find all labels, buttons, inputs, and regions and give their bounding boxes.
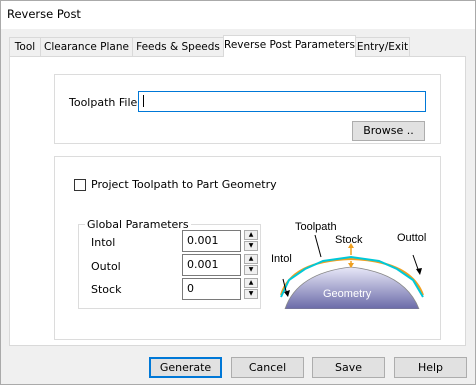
stock-label: Stock: [91, 283, 122, 296]
intol-down-icon[interactable]: ▼: [244, 241, 258, 251]
tab-tool[interactable]: Tool: [9, 37, 41, 56]
reverse-post-dialog: Reverse Post Tool Clearance Plane Feeds …: [0, 0, 476, 385]
tolerance-diagram: Toolpath Stock Outtol Intol Geometry: [271, 221, 426, 309]
outol-down-icon[interactable]: ▼: [244, 265, 258, 275]
window-title: Reverse Post: [7, 7, 81, 21]
text-caret: [143, 95, 144, 107]
intol-label: Intol: [91, 236, 116, 249]
outtol-arrow-head: [416, 268, 422, 275]
toolpath-diagram-label: Toolpath: [295, 221, 337, 233]
stock-up-icon[interactable]: ▲: [244, 278, 258, 288]
toolpath-pointer: [314, 234, 322, 258]
global-parameters-title: Global Parameters: [85, 218, 191, 231]
stock-value: 0: [187, 282, 194, 295]
outol-value: 0.001: [187, 258, 219, 271]
tab-reverse-post-parameters[interactable]: Reverse Post Parameters: [223, 35, 356, 57]
project-toolpath-checkbox[interactable]: [74, 179, 86, 191]
title-bar[interactable]: Reverse Post: [1, 1, 475, 29]
tab-panel: Toolpath File Browse .. Project Toolpath…: [9, 56, 466, 346]
help-button[interactable]: Help: [394, 357, 467, 378]
intol-value: 0.001: [187, 234, 219, 247]
generate-button[interactable]: Generate: [149, 357, 222, 378]
toolpath-file-group: Toolpath File Browse ..: [54, 74, 441, 144]
browse-button[interactable]: Browse ..: [352, 121, 425, 141]
intol-up-icon[interactable]: ▲: [244, 230, 258, 240]
global-parameters-group: Global Parameters Intol 0.001 ▲ ▼ Outol …: [78, 218, 261, 309]
outtol-diagram-label: Outtol: [397, 232, 426, 244]
outol-up-icon[interactable]: ▲: [244, 254, 258, 264]
intol-diagram-label: Intol: [271, 253, 292, 265]
stock-input[interactable]: 0: [182, 278, 241, 300]
outol-spinner[interactable]: ▲ ▼: [244, 254, 258, 276]
stock-down-icon[interactable]: ▼: [244, 289, 258, 299]
save-button[interactable]: Save: [312, 357, 385, 378]
tab-clearance-plane[interactable]: Clearance Plane: [40, 37, 133, 56]
outol-label: Outol: [91, 260, 121, 273]
toolpath-file-input[interactable]: [138, 91, 426, 112]
tab-entry-exit[interactable]: Entry/Exit: [355, 37, 410, 56]
cancel-button[interactable]: Cancel: [231, 357, 304, 378]
outol-input[interactable]: 0.001: [182, 254, 241, 276]
geometry-diagram-label: Geometry: [323, 288, 372, 300]
stock-spinner[interactable]: ▲ ▼: [244, 278, 258, 300]
intol-input[interactable]: 0.001: [182, 230, 241, 252]
intol-spinner[interactable]: ▲ ▼: [244, 230, 258, 252]
project-toolpath-label: Project Toolpath to Part Geometry: [91, 178, 277, 191]
button-bar: Generate Cancel Save Help: [1, 351, 475, 384]
tab-feeds-speeds[interactable]: Feeds & Speeds: [132, 37, 224, 56]
projection-group: Project Toolpath to Part Geometry Global…: [54, 156, 441, 340]
stock-diagram-label: Stock: [335, 234, 363, 246]
toolpath-file-label: Toolpath File: [69, 96, 138, 109]
